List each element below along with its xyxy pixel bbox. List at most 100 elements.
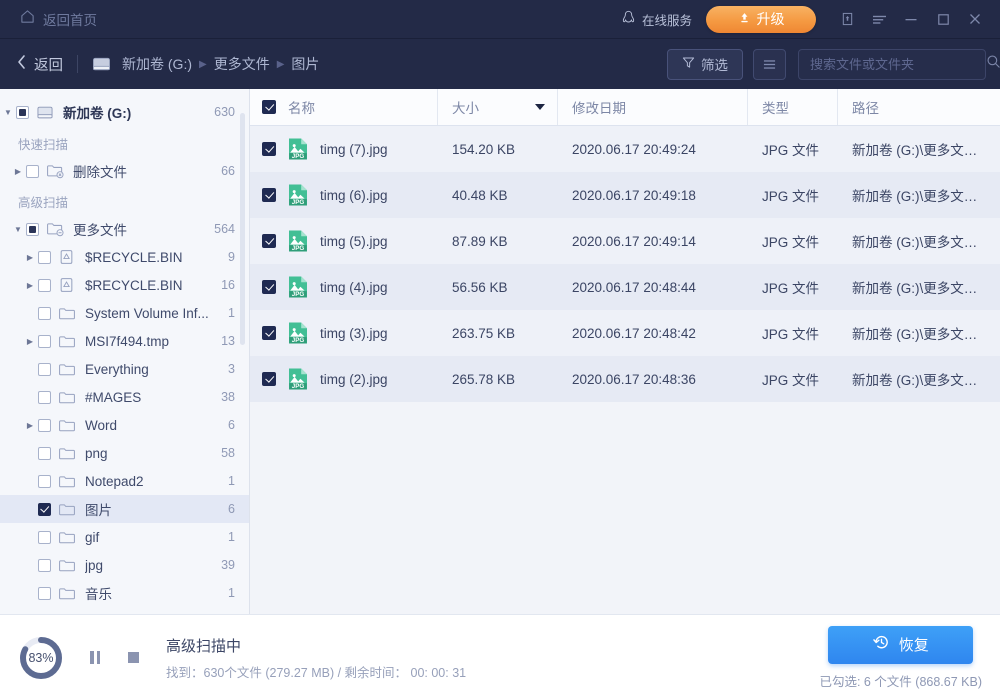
cell-size: 265.78 KB xyxy=(438,372,558,387)
table-row[interactable]: JPGtimg (2).jpg265.78 KB2020.06.17 20:48… xyxy=(250,356,1000,402)
table-row[interactable]: JPGtimg (3).jpg263.75 KB2020.06.17 20:48… xyxy=(250,310,1000,356)
search-icon[interactable] xyxy=(986,54,1000,74)
tree-item-jpg[interactable]: jpg39 xyxy=(0,551,249,579)
recycle-bin-icon xyxy=(58,277,78,293)
svg-text:JPG: JPG xyxy=(292,153,305,160)
tree-group-title: 高级扫描 xyxy=(0,185,249,215)
folder-icon xyxy=(58,362,78,377)
filter-button[interactable]: 筛选 xyxy=(667,49,743,80)
cell-name: JPGtimg (4).jpg xyxy=(250,275,438,299)
tree-item-新加卷-g-[interactable]: ▼新加卷 (G:)630 xyxy=(0,97,249,127)
chevron-right-icon[interactable]: ▶ xyxy=(22,281,38,290)
svg-text:JPG: JPG xyxy=(292,291,305,298)
restore-button[interactable]: 恢复 xyxy=(828,626,973,664)
row-checkbox[interactable] xyxy=(262,372,276,386)
tree-item-checkbox[interactable] xyxy=(38,503,51,516)
cell-size: 40.48 KB xyxy=(438,188,558,203)
sidebar: ▼新加卷 (G:)630快速扫描▶删除文件66高级扫描▼更多文件564▶$REC… xyxy=(0,89,250,614)
tree-item-checkbox[interactable] xyxy=(16,106,29,119)
menu-icon[interactable] xyxy=(864,4,894,34)
tree-item-everything[interactable]: Everything3 xyxy=(0,355,249,383)
chevron-down-icon[interactable]: ▼ xyxy=(10,225,26,234)
tree-item--recycle-bin[interactable]: ▶$RECYCLE.BIN9 xyxy=(0,243,249,271)
back-button[interactable]: 返回 xyxy=(16,54,63,75)
home-button[interactable]: 返回首页 xyxy=(14,5,103,33)
column-label-size: 大小 xyxy=(452,97,479,117)
column-header-path[interactable]: 路径 xyxy=(838,89,1000,125)
tree-item--recycle-bin[interactable]: ▶$RECYCLE.BIN16 xyxy=(0,271,249,299)
chevron-down-icon[interactable] xyxy=(535,104,545,110)
tree-item-checkbox[interactable] xyxy=(38,363,51,376)
tree-item-checkbox[interactable] xyxy=(38,335,51,348)
chevron-down-icon[interactable]: ▼ xyxy=(0,108,16,117)
feedback-icon[interactable] xyxy=(832,4,862,34)
minimize-icon[interactable] xyxy=(896,4,926,34)
tree-item-checkbox[interactable] xyxy=(38,391,51,404)
maximize-icon[interactable] xyxy=(928,4,958,34)
breadcrumb-item-0[interactable]: 新加卷 (G:) xyxy=(122,54,192,74)
jpg-file-icon: JPG xyxy=(287,137,309,161)
search-input[interactable] xyxy=(810,57,986,72)
column-header-name[interactable]: 名称 xyxy=(250,89,438,125)
column-label-path: 路径 xyxy=(852,97,879,117)
tree-item-notepad2[interactable]: Notepad21 xyxy=(0,467,249,495)
cell-name: JPGtimg (5).jpg xyxy=(250,229,438,253)
pause-button[interactable] xyxy=(82,645,108,671)
breadcrumb-item-1[interactable]: 更多文件 xyxy=(214,54,270,74)
tree-item-checkbox[interactable] xyxy=(38,251,51,264)
chevron-right-icon[interactable]: ▶ xyxy=(10,167,26,176)
tree-item-checkbox[interactable] xyxy=(38,531,51,544)
tree-item-checkbox[interactable] xyxy=(38,419,51,432)
table-row[interactable]: JPGtimg (4).jpg56.56 KB2020.06.17 20:48:… xyxy=(250,264,1000,310)
table-row[interactable]: JPGtimg (7).jpg154.20 KB2020.06.17 20:49… xyxy=(250,126,1000,172)
tree-item-msi7f494-tmp[interactable]: ▶MSI7f494.tmp13 xyxy=(0,327,249,355)
tree-item-checkbox[interactable] xyxy=(38,475,51,488)
tree-item-checkbox[interactable] xyxy=(26,165,39,178)
tree-item-删除文件[interactable]: ▶删除文件66 xyxy=(0,157,249,185)
home-icon xyxy=(20,9,35,29)
tree-item-更多文件[interactable]: ▼更多文件564 xyxy=(0,215,249,243)
tree-item-checkbox[interactable] xyxy=(26,223,39,236)
row-checkbox[interactable] xyxy=(262,142,276,156)
select-all-checkbox[interactable] xyxy=(262,100,276,114)
tree-item-checkbox[interactable] xyxy=(38,587,51,600)
tree-item-label: System Volume Inf... xyxy=(85,306,220,321)
tree-item-system-volume-inf-[interactable]: System Volume Inf...1 xyxy=(0,299,249,327)
cell-date: 2020.06.17 20:48:36 xyxy=(558,372,748,387)
upgrade-button[interactable]: 升级 xyxy=(706,6,816,33)
row-checkbox[interactable] xyxy=(262,326,276,340)
search-box[interactable] xyxy=(798,49,986,80)
tree-item-checkbox[interactable] xyxy=(38,447,51,460)
app-window: 返回首页 在线服务 升级 xyxy=(0,0,1000,700)
tree-item--mages[interactable]: #MAGES38 xyxy=(0,383,249,411)
row-checkbox[interactable] xyxy=(262,234,276,248)
table-row[interactable]: JPGtimg (5).jpg87.89 KB2020.06.17 20:49:… xyxy=(250,218,1000,264)
stop-button[interactable] xyxy=(120,645,146,671)
column-header-size[interactable]: 大小 xyxy=(438,89,558,125)
tree-item-音乐[interactable]: 音乐1 xyxy=(0,579,249,607)
row-checkbox[interactable] xyxy=(262,188,276,202)
close-icon[interactable] xyxy=(960,4,990,34)
cell-name: JPGtimg (3).jpg xyxy=(250,321,438,345)
list-view-icon[interactable] xyxy=(753,49,786,80)
tree-item-png[interactable]: png58 xyxy=(0,439,249,467)
tree-item-图片[interactable]: 图片6 xyxy=(0,495,249,523)
chevron-right-icon[interactable]: ▶ xyxy=(22,253,38,262)
online-service-button[interactable]: 在线服务 xyxy=(621,10,692,29)
chevron-right-icon[interactable]: ▶ xyxy=(22,337,38,346)
tree-item-checkbox[interactable] xyxy=(38,559,51,572)
column-header-type[interactable]: 类型 xyxy=(748,89,838,125)
tree-item-checkbox[interactable] xyxy=(38,307,51,320)
restore-clock-icon xyxy=(873,634,890,655)
tree-item-gif[interactable]: gif1 xyxy=(0,523,249,551)
sidebar-scrollbar[interactable] xyxy=(240,113,245,345)
cell-path: 新加卷 (G:)\更多文件... xyxy=(838,323,1000,343)
chevron-right-icon[interactable]: ▶ xyxy=(22,421,38,430)
column-header-date[interactable]: 修改日期 xyxy=(558,89,748,125)
tree-item-checkbox[interactable] xyxy=(38,279,51,292)
tree-item-word[interactable]: ▶Word6 xyxy=(0,411,249,439)
row-checkbox[interactable] xyxy=(262,280,276,294)
breadcrumb-item-2[interactable]: 图片 xyxy=(291,54,319,74)
tree-item-label: #MAGES xyxy=(85,390,213,405)
table-row[interactable]: JPGtimg (6).jpg40.48 KB2020.06.17 20:49:… xyxy=(250,172,1000,218)
